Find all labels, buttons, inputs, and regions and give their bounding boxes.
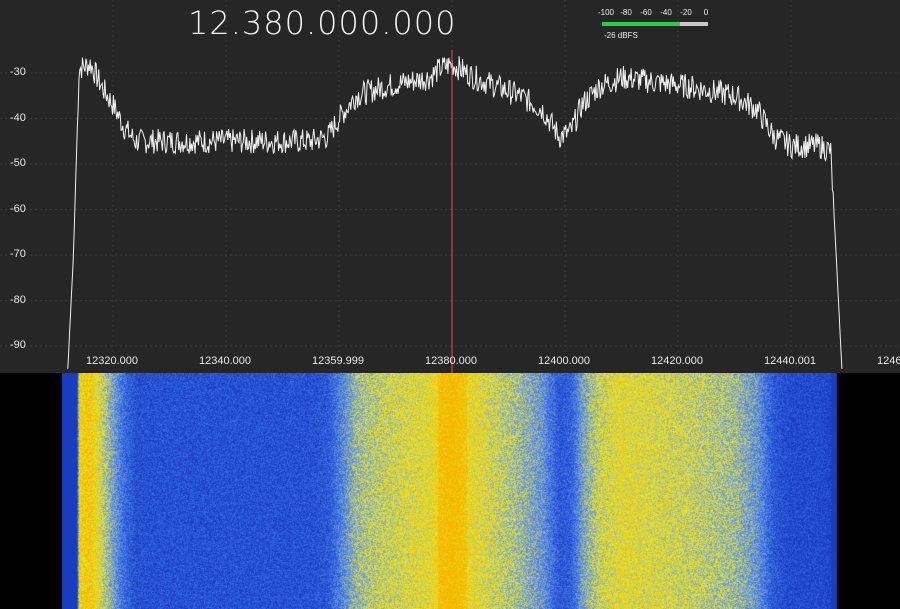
x-tick-label: 12320.000	[86, 355, 138, 367]
level-meter-scale: -100 -80 -60 -40 -20 0	[596, 8, 712, 18]
level-meter-readout: -26 dBFS	[604, 31, 638, 40]
x-tick-label: 12440.001	[764, 355, 816, 367]
spectrum-plot[interactable]	[0, 0, 900, 373]
level-meter-bar	[602, 22, 708, 26]
level-meter: -100 -80 -60 -40 -20 0 -26 dBFS	[596, 8, 716, 42]
x-tick-label: 12420.000	[651, 355, 703, 367]
spectrum-panel[interactable]: 12.380.000.000 -100 -80 -60 -40 -20 0 -26 dBF…	[0, 0, 900, 373]
y-tick-label: -40	[10, 111, 26, 124]
y-tick-label: -70	[10, 248, 26, 260]
level-meter-tick-label: -80	[620, 8, 632, 17]
x-tick-label: 12400.000	[538, 355, 590, 367]
level-meter-tick-label: -60	[640, 8, 652, 17]
y-tick-label: -30	[10, 66, 26, 78]
x-tick-label: 12380.000	[425, 355, 477, 367]
waterfall-display[interactable]	[0, 373, 900, 609]
frequency-display[interactable]: 12.380.000.000	[188, 4, 456, 42]
x-tick-label: 12359.999	[312, 355, 364, 367]
level-meter-tick-label: 0	[703, 8, 709, 17]
y-tick-label: -50	[10, 157, 26, 169]
level-meter-remainder	[680, 22, 708, 26]
level-meter-fill	[602, 22, 681, 26]
y-tick-label: -90	[10, 339, 26, 351]
level-meter-tick-label: -20	[680, 8, 692, 17]
spectrum-trace	[67, 56, 843, 369]
y-tick-label: -80	[10, 293, 26, 306]
x-tick-label: 1246	[877, 355, 900, 367]
y-tick-label: -60	[10, 202, 26, 215]
waterfall-panel[interactable]	[0, 373, 900, 609]
level-meter-tick-label: -100	[597, 8, 615, 17]
level-meter-tick-label: -40	[660, 8, 672, 17]
x-tick-label: 12340.000	[199, 355, 251, 367]
